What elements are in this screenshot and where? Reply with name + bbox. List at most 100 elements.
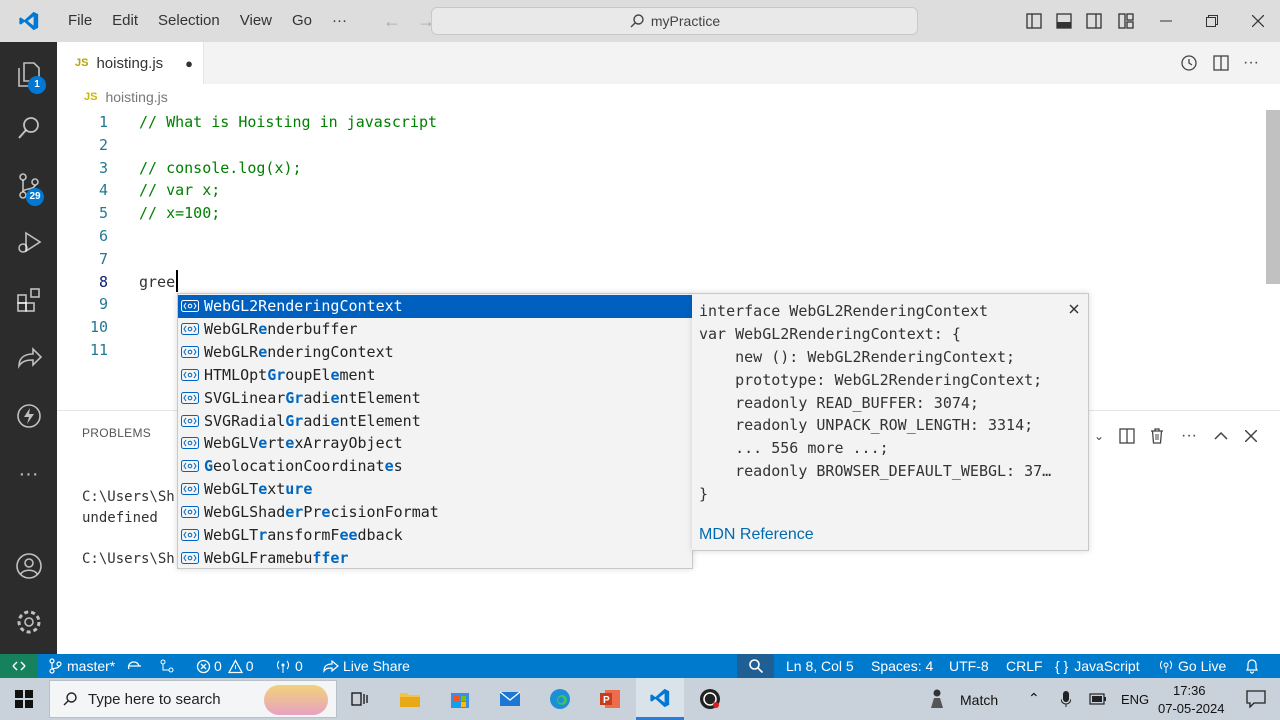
unsaved-dot-icon[interactable]: ● — [185, 56, 193, 71]
branch-indicator[interactable]: master* — [48, 654, 115, 678]
panel-more-actions-icon[interactable]: ··· — [1177, 425, 1201, 447]
suggestion-item[interactable]: WebGLVertexArrayObject — [178, 432, 692, 455]
split-terminal-icon[interactable] — [1115, 425, 1139, 447]
cursor-position[interactable]: Ln 8, Col 5 — [786, 654, 854, 678]
mdn-reference-link[interactable]: MDN Reference — [699, 526, 814, 544]
code-text[interactable]: // x=100; — [139, 202, 220, 225]
indentation[interactable]: Spaces: 4 — [871, 654, 933, 678]
suggestion-item[interactable]: WebGLFramebuffer — [178, 546, 692, 569]
mail-icon[interactable] — [486, 678, 534, 720]
suggestion-item[interactable]: GeolocationCoordinates — [178, 455, 692, 478]
tray-chevron-up-icon[interactable]: ⌃ — [1028, 690, 1040, 707]
minimize-icon[interactable] — [1150, 0, 1182, 42]
edge-browser-icon[interactable] — [536, 678, 584, 720]
line-endings[interactable]: CRLF — [1006, 654, 1043, 678]
breadcrumb[interactable]: JS hoisting.js — [57, 84, 1280, 110]
code-text[interactable]: // var x; — [139, 179, 220, 202]
close-window-icon[interactable] — [1242, 0, 1274, 42]
task-view-icon[interactable] — [336, 678, 384, 720]
code-text[interactable]: gree — [139, 271, 175, 294]
close-panel-icon[interactable] — [1239, 425, 1263, 447]
clock-date[interactable]: 07-05-2024 — [1158, 701, 1225, 716]
more-views-icon[interactable]: ··· — [0, 450, 57, 498]
suggestion-item[interactable]: SVGRadialGradientElement — [178, 409, 692, 432]
suggestion-item[interactable]: SVGLinearGradientElement — [178, 386, 692, 409]
suggestion-item[interactable]: HTMLOptGroupElement — [178, 364, 692, 387]
kill-terminal-trash-icon[interactable] — [1145, 425, 1169, 447]
battery-icon[interactable] — [1084, 678, 1112, 720]
source-control-icon[interactable]: 29 — [0, 162, 57, 210]
sync-icon[interactable] — [126, 654, 142, 678]
tab-hoisting-js[interactable]: JS hoisting.js ● — [57, 42, 204, 84]
code-line[interactable]: 4 // var x; — [57, 179, 1263, 202]
code-line[interactable]: 7 — [57, 248, 1263, 271]
extensions-icon[interactable] — [0, 276, 57, 324]
microphone-icon[interactable] — [1052, 678, 1080, 720]
menu-file[interactable]: File — [58, 0, 102, 42]
code-line[interactable]: 2 — [57, 134, 1263, 157]
search-view-icon[interactable] — [0, 104, 57, 152]
customize-layout-icon[interactable] — [1110, 0, 1142, 42]
code-text[interactable]: // console.log(x); — [139, 157, 302, 180]
clock-time[interactable]: 17:36 — [1173, 683, 1206, 698]
menu-selection[interactable]: Selection — [148, 0, 230, 42]
autocomplete-suggestions[interactable]: WebGL2RenderingContext WebGLRenderbuffer W… — [177, 293, 693, 569]
restore-icon[interactable] — [1196, 0, 1228, 42]
windows-start-icon[interactable] — [0, 678, 48, 720]
suggestion-item[interactable]: WebGL2RenderingContext — [178, 295, 692, 318]
command-center[interactable]: myPractice — [431, 7, 918, 35]
tab-problems[interactable]: PROBLEMS — [82, 426, 151, 440]
weather-label[interactable]: Match — [960, 692, 998, 708]
toggle-secondary-sidebar-icon[interactable] — [1078, 0, 1110, 42]
powerpoint-icon[interactable]: P — [586, 678, 634, 720]
maximize-panel-chevron-up-icon[interactable] — [1209, 425, 1233, 447]
toggle-panel-icon[interactable] — [1048, 0, 1080, 42]
code-line[interactable]: 8 gree — [57, 271, 1263, 294]
source-control-graph-icon[interactable] — [160, 654, 174, 678]
ports-indicator[interactable]: 0 — [276, 654, 303, 678]
breadcrumb-file[interactable]: hoisting.js — [105, 89, 167, 105]
suggestion-item[interactable]: WebGLTransformFeedback — [178, 524, 692, 547]
menu-view[interactable]: View — [230, 0, 282, 42]
code-text[interactable]: // What is Hoisting in javascript — [139, 111, 437, 134]
taskbar-search-box[interactable]: Type here to search — [49, 680, 337, 718]
microsoft-store-icon[interactable] — [436, 678, 484, 720]
notification-center-icon[interactable] — [1232, 678, 1280, 720]
code-line[interactable]: 6 — [57, 225, 1263, 248]
status-search-icon[interactable] — [737, 654, 774, 678]
code-line[interactable]: 5 // x=100; — [57, 202, 1263, 225]
toggle-sidebar-icon[interactable] — [1018, 0, 1050, 42]
suggestion-item[interactable]: WebGLRenderingContext — [178, 341, 692, 364]
lightning-icon[interactable] — [0, 392, 57, 440]
encoding[interactable]: UTF-8 — [949, 654, 989, 678]
split-editor-icon[interactable] — [1205, 42, 1237, 84]
run-debug-icon[interactable] — [0, 218, 57, 266]
explorer-icon[interactable]: 1 — [0, 50, 57, 98]
timeline-history-icon[interactable] — [1173, 42, 1205, 84]
menu-more[interactable]: ··· — [322, 0, 357, 42]
terminal-dropdown-chevron-icon[interactable]: ⌄ — [1087, 425, 1111, 447]
language-mode[interactable]: { } JavaScript — [1055, 654, 1140, 678]
menu-edit[interactable]: Edit — [102, 0, 148, 42]
vscode-taskbar-icon[interactable] — [636, 678, 684, 720]
suggestion-item[interactable]: WebGLRenderbuffer — [178, 318, 692, 341]
live-share-button[interactable]: Live Share — [323, 654, 410, 678]
close-details-icon[interactable] — [1066, 301, 1082, 317]
suggestion-item[interactable]: WebGLTexture — [178, 478, 692, 501]
input-language[interactable]: ENG — [1121, 692, 1149, 707]
scrollbar-thumb[interactable] — [1266, 110, 1280, 284]
remote-indicator-icon[interactable] — [0, 654, 38, 678]
problems-indicator[interactable]: 0 0 — [196, 654, 254, 678]
editor-more-actions-icon[interactable]: ··· — [1235, 42, 1267, 84]
weather-figure-icon[interactable] — [922, 678, 952, 720]
editor-scrollbar[interactable] — [1263, 110, 1280, 410]
code-line[interactable]: 3 // console.log(x); — [57, 157, 1263, 180]
code-line[interactable]: 1 // What is Hoisting in javascript — [57, 111, 1263, 134]
file-explorer-icon[interactable] — [386, 678, 434, 720]
go-live-button[interactable]: Go Live — [1159, 654, 1226, 678]
notifications-bell-icon[interactable] — [1245, 654, 1259, 678]
live-share-icon[interactable] — [0, 334, 57, 382]
account-icon[interactable] — [0, 542, 57, 590]
obs-recorder-icon[interactable] — [686, 678, 734, 720]
settings-gear-icon[interactable] — [0, 598, 57, 646]
